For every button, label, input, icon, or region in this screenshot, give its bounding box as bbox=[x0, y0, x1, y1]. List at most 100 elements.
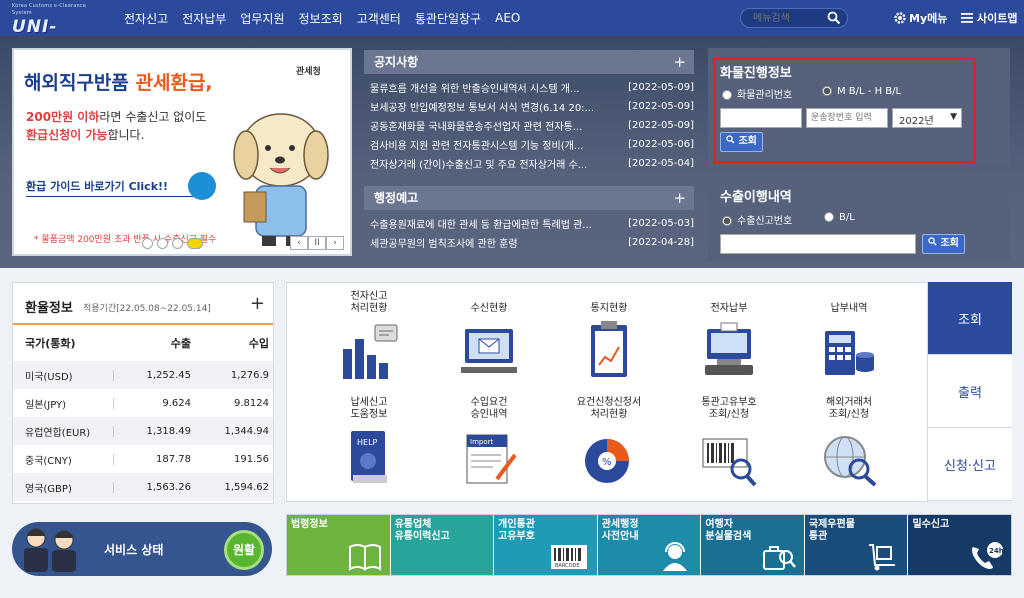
menu-search-input[interactable] bbox=[741, 12, 821, 24]
refund-banner[interactable]: 해외직구반품 관세환급, 200만원 이하라면 수출신고 없이도 환급신청이 가… bbox=[12, 48, 352, 256]
menu-item-single-window[interactable]: 통관단일창구 bbox=[415, 10, 481, 27]
banner-prev-button[interactable]: ‹ bbox=[290, 236, 308, 250]
tile-smuggling-report[interactable]: 밀수신고 24h bbox=[908, 515, 1012, 575]
banner-line3-text: 합니다. bbox=[107, 128, 145, 142]
mymenu-label: My메뉴 bbox=[909, 12, 948, 25]
admin-notice-item[interactable]: 세관공무원의 범칙조사에 관한 훈령 [2022-04-28] bbox=[364, 233, 694, 252]
notice-item[interactable]: 물류흐름 개선을 위한 반출승인내역서 시스템 개... [2022-05-09] bbox=[364, 78, 694, 97]
notice-item-text: 검사비용 지원 관련 전자통관시스템 기능 정비(개... bbox=[370, 141, 584, 152]
tile-law-info[interactable]: 법령정보 bbox=[287, 515, 390, 575]
table-row: 중국(CNY) 187.78 191.56 bbox=[13, 445, 273, 473]
banner-dot-4[interactable] bbox=[187, 238, 203, 249]
rate-export: 1,563.26 bbox=[113, 481, 205, 493]
banner-pause-button[interactable]: II bbox=[308, 236, 326, 250]
barcode-icon: BARCODE bbox=[550, 545, 587, 569]
rate-import: 1,344.94 bbox=[224, 425, 269, 437]
tile-label-2: 분실물검색 bbox=[705, 531, 752, 542]
admin-notice-item-date: [2022-05-03] bbox=[628, 218, 694, 229]
service-tax-help[interactable]: 납세신고 도움정보 HELP bbox=[309, 395, 429, 494]
notice-item[interactable]: 공동혼재화물 국내화물운송주선업자 관련 전자통... [2022-05-09] bbox=[364, 116, 694, 135]
banner-dot-1[interactable] bbox=[142, 238, 153, 249]
admin-notice-more-button[interactable]: + bbox=[673, 186, 686, 210]
tile-traveler-lost-items[interactable]: 여행자 분실물검색 bbox=[701, 515, 804, 575]
service-label: 수신현황 bbox=[429, 289, 549, 315]
table-row: 유럽연합(EUR) 1,318.49 1,344.94 bbox=[13, 417, 273, 445]
banner-title-a: 해외직구반품 bbox=[24, 72, 136, 94]
menu-item-e-payment[interactable]: 전자납부 bbox=[182, 10, 226, 27]
mymenu-link[interactable]: My메뉴 bbox=[893, 10, 947, 26]
service-label: 수입요건 승인내역 bbox=[429, 395, 549, 421]
banner-dot-2[interactable] bbox=[157, 238, 168, 249]
notice-header: 공지사항 + bbox=[364, 50, 694, 74]
menu-item-customer-center[interactable]: 고객센터 bbox=[357, 10, 401, 27]
phone-24h-icon: 24h bbox=[972, 542, 1004, 569]
customs-agency-logo: 관세청 bbox=[296, 67, 321, 77]
tile-label: 개인통관 고유부호 bbox=[498, 519, 535, 543]
bar-chart-icon bbox=[343, 324, 398, 379]
tile-label: 유통업체 유통이력신고 bbox=[395, 519, 450, 543]
menu-item-e-declaration[interactable]: 전자신고 bbox=[124, 10, 168, 27]
search-icon[interactable] bbox=[827, 11, 841, 25]
service-e-payment[interactable]: 전자납부 bbox=[669, 289, 789, 388]
tile-label: 여행자 분실물검색 bbox=[705, 519, 751, 543]
sitemap-link[interactable]: 사이트맵 bbox=[960, 10, 1017, 26]
service-requirement-status[interactable]: 요건신청신청서 처리현황 % bbox=[549, 395, 669, 494]
service-label: 통지현황 bbox=[549, 289, 669, 315]
banner-next-button[interactable]: › bbox=[326, 236, 344, 250]
banner-line-3: 환급신청이 가능합니다. bbox=[26, 126, 144, 143]
export-radio-decl-no[interactable]: 수출신고번호 bbox=[722, 212, 792, 227]
service-label-1: 요건신청신청서 bbox=[576, 397, 642, 408]
service-customs-code[interactable]: 통관고유부호 조회/신청 bbox=[669, 395, 789, 494]
barcode-text: BARCODE bbox=[555, 563, 580, 569]
rate-currency: 미국(USD) bbox=[25, 371, 73, 383]
notice-item[interactable]: 검사비용 지원 관련 전자통관시스템 기능 정비(개... [2022-05-06… bbox=[364, 135, 694, 154]
banner-dot-3[interactable] bbox=[172, 238, 183, 249]
unipass-logo[interactable]: Korea Customs e-Clearance System UNI-PAS… bbox=[12, 3, 100, 57]
rate-import: 1,594.62 bbox=[224, 481, 269, 493]
admin-notice-item[interactable]: 수출용원재료에 대한 관세 등 환급에관한 특례법 관... [2022-05-0… bbox=[364, 214, 694, 233]
exchange-rate-more-button[interactable]: + bbox=[250, 293, 265, 314]
radio-button[interactable] bbox=[824, 212, 834, 222]
menu-item-info-lookup[interactable]: 정보조회 bbox=[299, 10, 343, 27]
mascot-dog-illustration bbox=[233, 113, 329, 246]
refund-guide-link[interactable]: 환급 가이드 바로가기 Click!! bbox=[26, 178, 196, 197]
notice-item[interactable]: 전자상거래 (간이)수출신고 및 주요 전자상거래 수... [2022-05-0… bbox=[364, 154, 694, 173]
export-search-button[interactable]: 조회 bbox=[922, 234, 965, 254]
service-label: 요건신청신청서 처리현황 bbox=[549, 395, 669, 421]
notice-item-date: [2022-05-04] bbox=[628, 158, 694, 169]
service-status-label: 서비스 상태 bbox=[104, 543, 164, 557]
service-notice-status[interactable]: 통지현황 bbox=[549, 289, 669, 388]
radio-button-selected[interactable] bbox=[722, 216, 732, 226]
banner-line2-highlight: 200만원 이하 bbox=[26, 110, 100, 124]
export-history-panel: 수출이행내역 수출신고번호 B/L 조회 bbox=[708, 178, 1010, 262]
export-radio-bl[interactable]: B/L bbox=[824, 212, 855, 223]
service-label: 해외거래처 조회/신청 bbox=[789, 395, 909, 421]
tab-print[interactable]: 출력 bbox=[928, 355, 1012, 428]
service-e-declaration-status[interactable]: 전자신고 처리현황 bbox=[309, 289, 429, 388]
menu-item-aeo[interactable]: AEO bbox=[495, 11, 520, 25]
banner-pagination bbox=[142, 238, 203, 249]
menu-item-work-support[interactable]: 업무지원 bbox=[240, 10, 284, 27]
calculator-coins-icon bbox=[825, 331, 874, 375]
tile-personal-customs-code[interactable]: 개인통관 고유부호 BARCODE bbox=[494, 515, 597, 575]
tile-label-2: 통관 bbox=[808, 531, 828, 542]
notice-more-button[interactable]: + bbox=[673, 50, 686, 74]
rate-currency: 영국(GBP) bbox=[25, 483, 72, 495]
tile-label: 관세행정 사전안내 bbox=[602, 519, 639, 543]
service-label-1: 수입요건 bbox=[470, 397, 508, 408]
tab-lookup[interactable]: 조회 bbox=[928, 282, 1012, 355]
notice-item[interactable]: 보세공장 반입예정정보 통보서 서식 변경(6.14 20:... [2022-0… bbox=[364, 97, 694, 116]
tab-apply[interactable]: 신청·신고 bbox=[928, 428, 1012, 501]
service-payment-history[interactable]: 납부내역 bbox=[789, 289, 909, 388]
tile-international-mail[interactable]: 국제우편물 통관 bbox=[804, 515, 908, 575]
service-import-approval[interactable]: 수입요건 승인내역 Import bbox=[429, 395, 549, 494]
export-number-input[interactable] bbox=[720, 234, 916, 254]
tile-distributor-report[interactable]: 유통업체 유통이력신고 bbox=[390, 515, 494, 575]
banner-controls: ‹ II › bbox=[290, 236, 344, 250]
service-label-1: 납세신고 bbox=[350, 397, 388, 408]
tile-customs-guide[interactable]: 관세행정 사전안내 bbox=[597, 515, 701, 575]
tile-label-1: 개인통관 bbox=[498, 519, 535, 530]
service-overseas-partner[interactable]: 해외거래처 조회/신청 bbox=[789, 395, 909, 494]
service-receive-status[interactable]: 수신현황 bbox=[429, 289, 549, 388]
admin-notice-header: 행정예고 + bbox=[364, 186, 694, 210]
